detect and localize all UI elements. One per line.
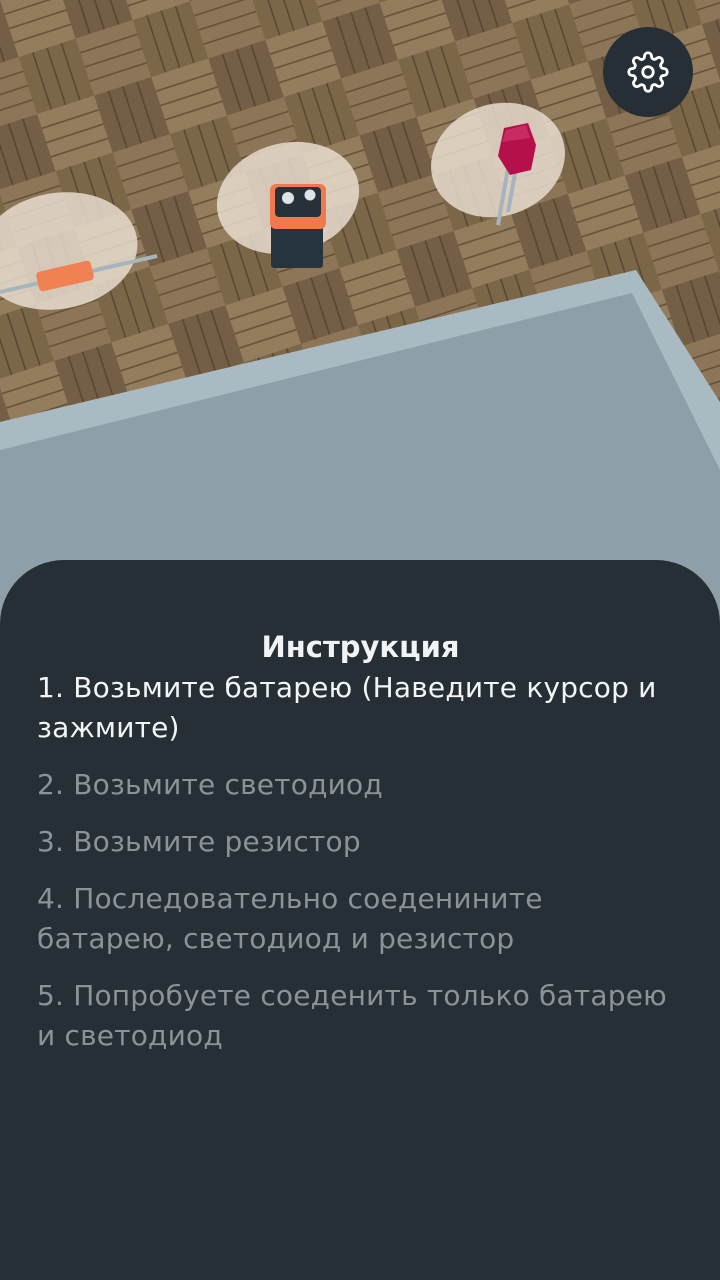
instruction-steps: 1. Возьмите батарею (Наведите курсор и з…	[37, 668, 684, 1056]
instruction-step-5: 5. Попробуете соеденить только батарею и…	[37, 979, 667, 1052]
instruction-step-2: 2. Возьмите светодиод	[37, 768, 383, 801]
gear-icon	[627, 51, 669, 93]
instruction-step-3: 3. Возьмите резистор	[37, 825, 361, 858]
instruction-step-4: 4. Последовательно соеденините батарею, …	[37, 882, 543, 955]
instruction-title: Инструкция	[261, 630, 460, 664]
instruction-step-1: 1. Возьмите батарею (Наведите курсор и з…	[37, 671, 657, 744]
instruction-panel: Инструкция 1. Возьмите батарею (Наведите…	[0, 560, 720, 1280]
settings-button[interactable]	[603, 27, 693, 117]
